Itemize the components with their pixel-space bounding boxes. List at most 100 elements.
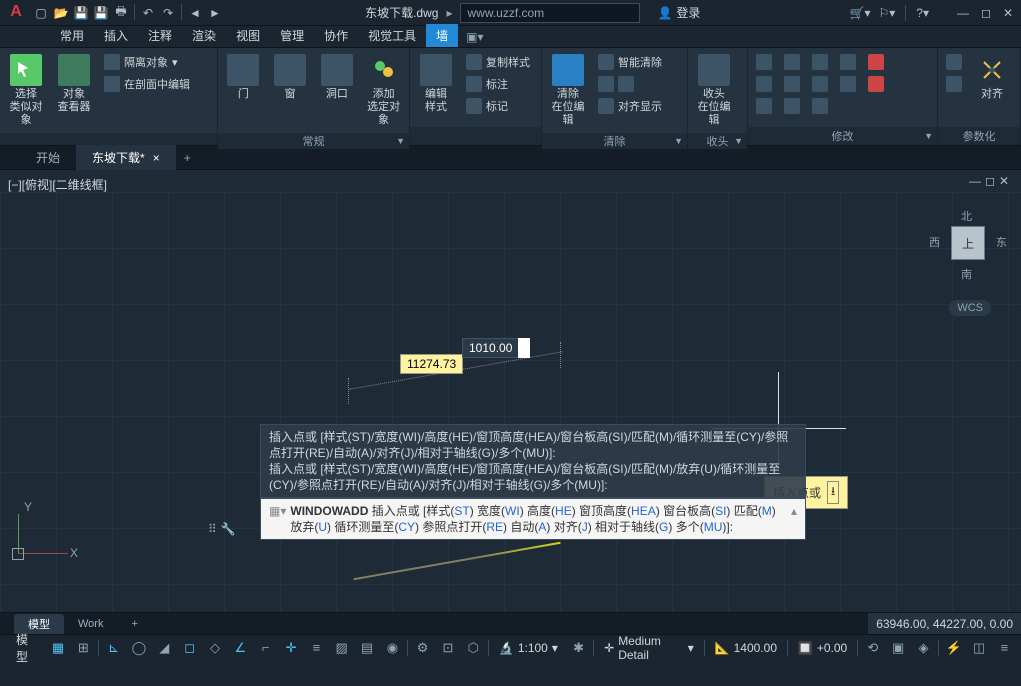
sb-cutplane[interactable]: 🔲 +0.00	[792, 641, 853, 655]
minimize-button[interactable]: —	[957, 6, 969, 20]
layout-add[interactable]: +	[117, 616, 151, 632]
sb-iso-icon[interactable]: ◢	[154, 638, 175, 658]
sb-ortho-icon[interactable]: ⊾	[103, 638, 124, 658]
sb-model-button[interactable]: 模型	[10, 631, 43, 665]
add-selected-button[interactable]: 添加 选定对象	[362, 52, 405, 129]
modify-btn-4[interactable]	[780, 52, 804, 72]
vp-maximize-icon[interactable]: ◻	[985, 174, 995, 188]
dimension-button[interactable]: 标注	[462, 74, 534, 94]
sb-elevation[interactable]: 📐 1400.00	[709, 641, 783, 655]
modify-btn-9[interactable]	[808, 96, 832, 116]
sb-clean-icon[interactable]: ◫	[968, 638, 989, 658]
tab-manage[interactable]: 管理	[270, 24, 314, 47]
search-input[interactable]: www.uzzf.com	[460, 3, 640, 23]
cmd-menu-icon[interactable]: ▦▾	[269, 503, 286, 519]
align-button[interactable]: 对齐	[970, 52, 1014, 103]
align-display-button[interactable]: 对齐显示	[594, 96, 666, 116]
login-button[interactable]: 👤 登录	[657, 4, 700, 21]
param-btn-2[interactable]	[942, 74, 966, 94]
sb-sc-icon[interactable]: ◉	[382, 638, 403, 658]
door-button[interactable]: 门	[222, 52, 265, 103]
cleanup-misc-button[interactable]	[594, 74, 666, 94]
select-similar-button[interactable]: 选择 类似对象	[4, 52, 48, 129]
tab-view[interactable]: 视图	[226, 24, 270, 47]
tag-button[interactable]: 标记	[462, 96, 534, 116]
tab-collaborate[interactable]: 协作	[314, 24, 358, 47]
saveas-icon[interactable]: 💾	[92, 4, 110, 22]
sb-ws-icon[interactable]: ⚙	[412, 638, 433, 658]
modify-btn-5[interactable]	[780, 74, 804, 94]
undo-icon[interactable]: ↶	[139, 4, 157, 22]
sb-otrack-icon[interactable]: ∠	[230, 638, 251, 658]
sb-custom-icon[interactable]: ≡	[994, 638, 1015, 658]
param-btn-1[interactable]	[942, 52, 966, 72]
view-cube[interactable]: 北 南 西 东 上	[933, 208, 1003, 278]
sb-scale[interactable]: 🔬 1:100 ▾	[493, 641, 564, 655]
tab-home[interactable]: 常用	[50, 24, 94, 47]
sb-surface-icon[interactable]: ▣	[887, 638, 908, 658]
sb-qp-icon[interactable]: ▤	[356, 638, 377, 658]
doc-tab-start[interactable]: 开始	[20, 145, 76, 170]
nav-back-icon[interactable]: ◄	[186, 4, 204, 22]
panel-title-cleanup[interactable]: 清除▼	[542, 133, 687, 149]
drawing-viewport[interactable]: [−][俯视][二维线框] — ◻ ✕ 11274.73 1010.00 插入点…	[0, 170, 1021, 612]
sb-detail[interactable]: ✛ Medium Detail ▾	[598, 634, 700, 662]
object-viewer-button[interactable]: 对象 查看器	[52, 52, 96, 116]
tab-overflow-icon[interactable]: ▣▾	[458, 27, 491, 47]
smart-cleanup-button[interactable]: 智能清除	[594, 52, 666, 72]
tab-wall[interactable]: 墙	[426, 24, 458, 47]
nav-fwd-icon[interactable]: ►	[206, 4, 224, 22]
command-window[interactable]: ⠿ 🔧 插入点或 [样式(ST)/宽度(WI)/高度(HE)/窗顶高度(HEA)…	[260, 424, 806, 540]
modify-btn-6[interactable]	[780, 96, 804, 116]
modify-btn-13[interactable]	[864, 74, 888, 94]
tab-insert[interactable]: 插入	[94, 24, 138, 47]
tab-render[interactable]: 渲染	[182, 24, 226, 47]
share-icon[interactable]: ⚐▾	[878, 6, 895, 20]
cmd-config-icon[interactable]: 🔧	[221, 522, 236, 536]
sb-anno-icon[interactable]: ✱	[568, 638, 589, 658]
new-icon[interactable]: ▢	[32, 4, 50, 22]
sb-snap-icon[interactable]: ⊞	[73, 638, 94, 658]
help-icon[interactable]: ?▾	[916, 6, 929, 20]
modify-btn-12[interactable]	[864, 52, 888, 72]
tab-annotate[interactable]: 注释	[138, 24, 182, 47]
sb-ducs-icon[interactable]: ⌐	[255, 638, 276, 658]
sb-replace-icon[interactable]: ⟲	[862, 638, 883, 658]
window-button[interactable]: 窗	[269, 52, 312, 103]
modify-btn-1[interactable]	[752, 52, 776, 72]
modify-btn-3[interactable]	[752, 96, 776, 116]
cmd-drag-icon[interactable]: ⠿	[208, 522, 217, 536]
sb-polar-icon[interactable]: ◯	[128, 638, 149, 658]
wcs-badge[interactable]: WCS	[949, 300, 991, 316]
add-tab-button[interactable]: +	[176, 147, 199, 169]
sb-hw-icon[interactable]: ⚡	[943, 638, 964, 658]
close-button[interactable]: ✕	[1003, 6, 1013, 20]
opening-button[interactable]: 洞口	[316, 52, 359, 103]
print-icon[interactable]: 🖶	[112, 4, 130, 22]
redo-icon[interactable]: ↷	[159, 4, 177, 22]
cart-icon[interactable]: 🛒▾	[850, 6, 871, 20]
isolate-button[interactable]: 隔离对象▾	[100, 52, 194, 72]
vp-close-icon[interactable]: ✕	[999, 174, 1009, 188]
dynamic-input-field[interactable]	[518, 338, 530, 358]
modify-btn-11[interactable]	[836, 74, 860, 94]
sb-trn-icon[interactable]: ▨	[331, 638, 352, 658]
title-dropdown-icon[interactable]: ▸	[446, 6, 452, 20]
vp-minimize-icon[interactable]: —	[969, 174, 981, 188]
sb-persp-icon[interactable]: ⬡	[463, 638, 484, 658]
sb-grid-icon[interactable]: ▦	[47, 638, 68, 658]
panel-title-modify[interactable]: 修改▼	[748, 127, 937, 145]
sb-lwt-icon[interactable]: ≡	[306, 638, 327, 658]
edit-in-section-button[interactable]: 在剖面中编辑	[100, 74, 194, 94]
sb-3dosnap-icon[interactable]: ◇	[204, 638, 225, 658]
panel-title-general[interactable]: 常规▼	[218, 133, 409, 149]
endcap-button[interactable]: 收头 在位编辑	[692, 52, 736, 129]
modify-btn-2[interactable]	[752, 74, 776, 94]
open-icon[interactable]: 📂	[52, 4, 70, 22]
sb-layer-icon[interactable]: ◈	[913, 638, 934, 658]
modify-btn-10[interactable]	[836, 52, 860, 72]
save-icon[interactable]: 💾	[72, 4, 90, 22]
modify-btn-7[interactable]	[808, 52, 832, 72]
layout-work[interactable]: Work	[64, 616, 117, 632]
viewcube-top[interactable]: 上	[951, 226, 985, 260]
